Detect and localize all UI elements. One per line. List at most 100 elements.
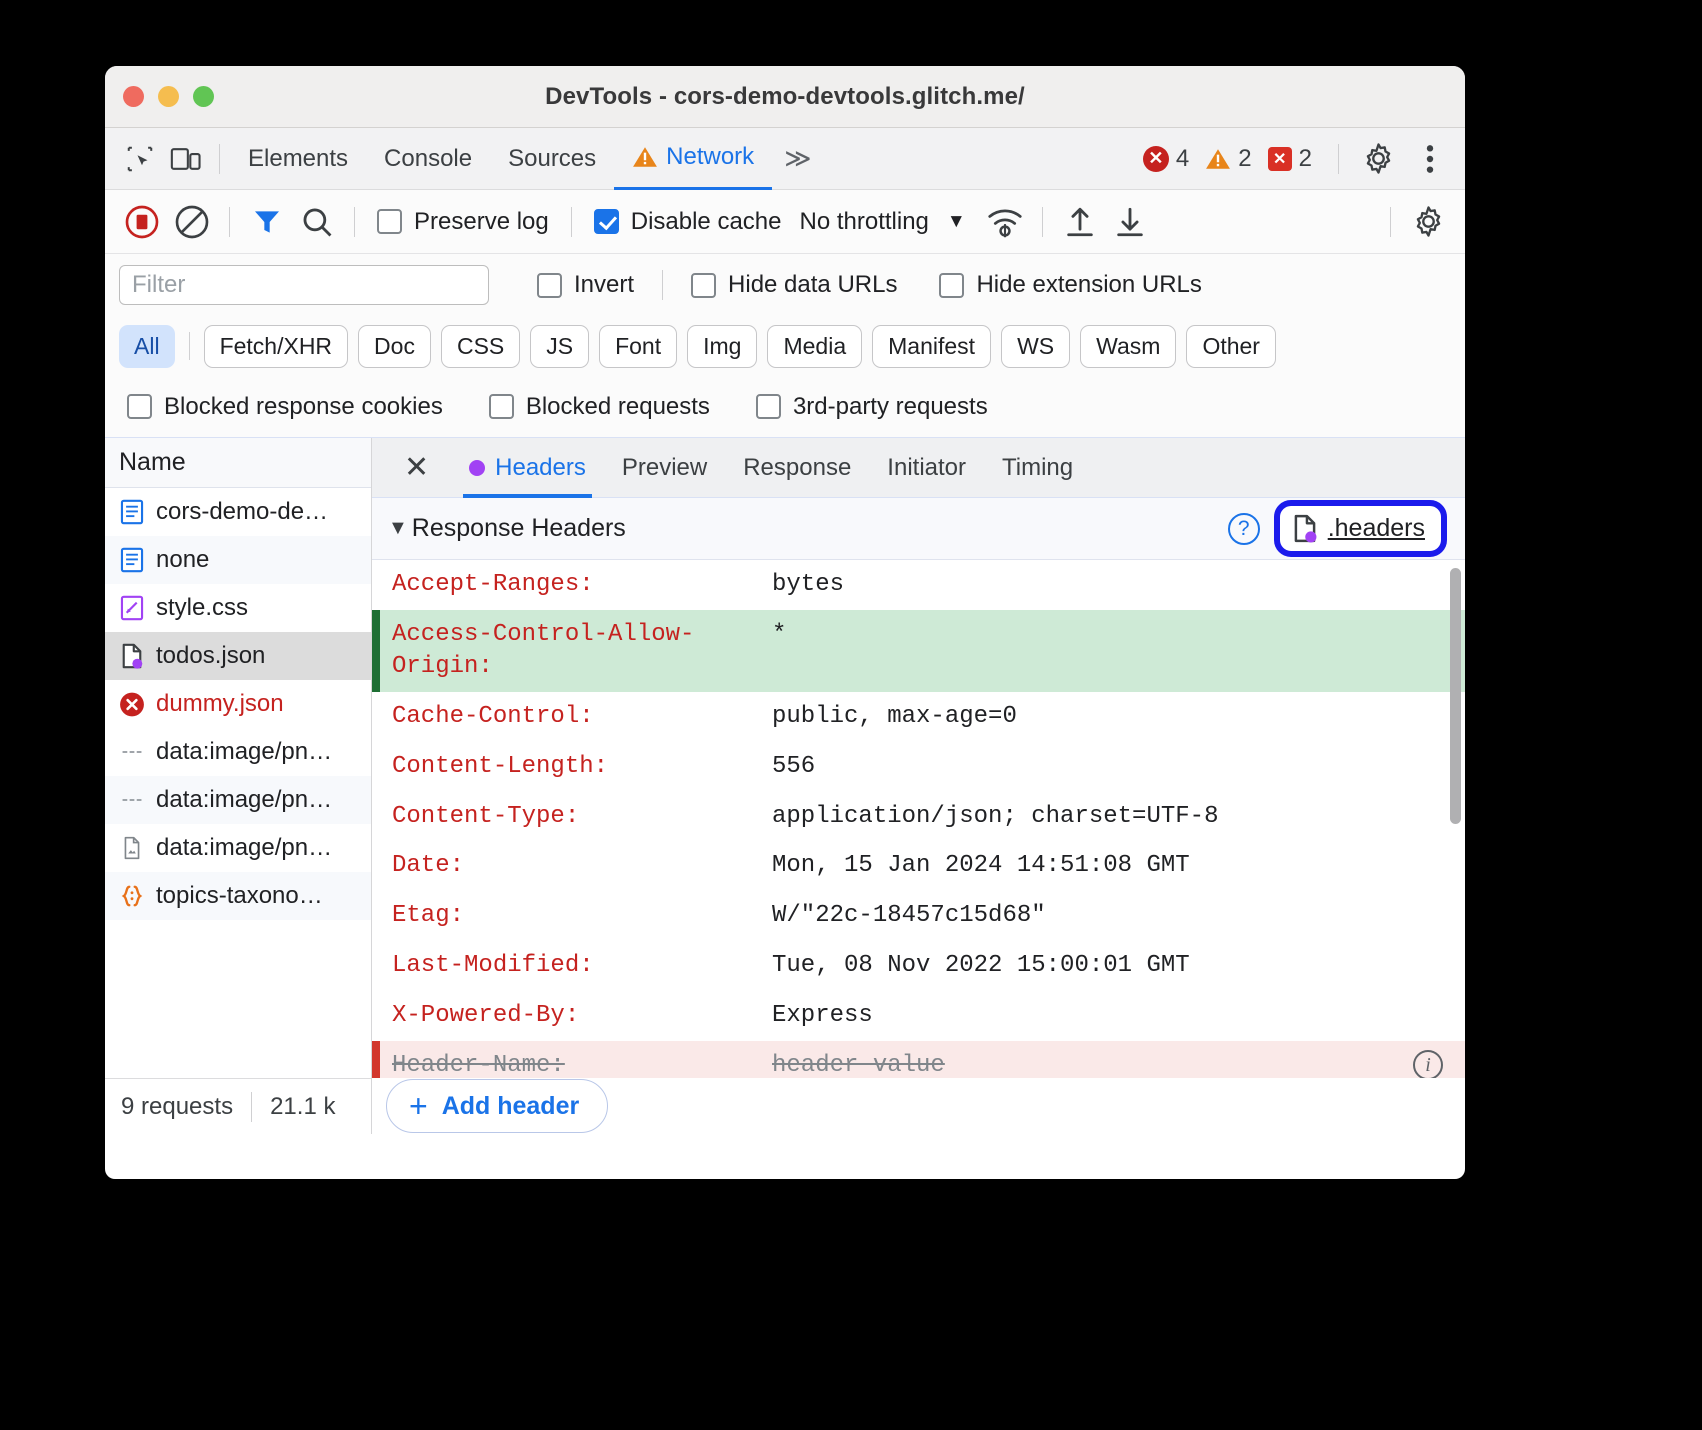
type-filter-manifest[interactable]: Manifest xyxy=(872,325,991,368)
header-value[interactable]: header value xyxy=(772,1050,1413,1078)
filter-funnel-icon[interactable] xyxy=(244,200,290,244)
header-name: X-Powered-By: xyxy=(372,1000,772,1032)
more-tabs-icon[interactable]: ≫ xyxy=(772,129,823,188)
invert-box xyxy=(537,273,562,298)
tab-elements[interactable]: Elements xyxy=(230,131,366,187)
hide-data-urls-label: Hide data URLs xyxy=(728,271,897,299)
tab-sources-label: Sources xyxy=(508,145,596,173)
type-filter-ws[interactable]: WS xyxy=(1001,325,1070,368)
header-row[interactable]: Date: Mon, 15 Jan 2024 14:51:08 GMT xyxy=(372,841,1465,891)
type-filter-font[interactable]: Font xyxy=(599,325,677,368)
type-filter-js[interactable]: JS xyxy=(530,325,589,368)
header-row[interactable]: X-Powered-By: Express xyxy=(372,991,1465,1041)
tab-network[interactable]: Network xyxy=(614,128,772,190)
download-har-icon[interactable] xyxy=(1107,200,1153,244)
filter-input[interactable] xyxy=(119,265,489,305)
hide-data-urls-checkbox[interactable]: Hide data URLs xyxy=(683,271,905,299)
header-value[interactable]: Express xyxy=(772,1000,1465,1032)
search-icon[interactable] xyxy=(294,200,340,244)
request-row-cors-demo[interactable]: cors-demo-de… xyxy=(105,488,371,536)
request-row-style-css[interactable]: style.css xyxy=(105,584,371,632)
type-filter-fetch-xhr[interactable]: Fetch/XHR xyxy=(204,325,348,368)
type-filter-doc[interactable]: Doc xyxy=(358,325,431,368)
header-row[interactable]: Content-Length: 556 xyxy=(372,742,1465,792)
upload-har-icon[interactable] xyxy=(1057,200,1103,244)
tab-sources[interactable]: Sources xyxy=(490,131,614,187)
type-filter-css[interactable]: CSS xyxy=(441,325,520,368)
invert-checkbox[interactable]: Invert xyxy=(529,271,642,299)
image-placeholder-icon xyxy=(119,739,145,765)
request-name: none xyxy=(156,546,209,574)
request-row-dummy-json[interactable]: dummy.json xyxy=(105,680,371,728)
request-row-todos-json[interactable]: todos.json xyxy=(105,632,371,680)
throttling-dropdown[interactable]: No throttling ▼ xyxy=(793,208,965,236)
type-filter-all[interactable]: All xyxy=(119,325,175,368)
tab-initiator[interactable]: Initiator xyxy=(869,438,984,498)
error-counter[interactable]: ✕ 4 xyxy=(1143,145,1199,173)
tab-headers[interactable]: Headers xyxy=(451,438,604,498)
tab-response[interactable]: Response xyxy=(725,438,869,498)
tab-initiator-label: Initiator xyxy=(887,454,966,482)
disable-cache-checkbox[interactable]: Disable cache xyxy=(586,208,790,236)
warning-counter[interactable]: 2 xyxy=(1205,145,1261,173)
blocked-response-cookies-checkbox[interactable]: Blocked response cookies xyxy=(119,393,451,421)
tab-timing[interactable]: Timing xyxy=(984,438,1091,498)
type-filter-wasm[interactable]: Wasm xyxy=(1080,325,1176,368)
type-filter-img[interactable]: Img xyxy=(687,325,757,368)
toolbar-divider xyxy=(229,207,230,237)
header-value[interactable]: 556 xyxy=(772,751,1465,783)
close-icon[interactable]: ✕ xyxy=(400,453,451,483)
header-value[interactable]: public, max-age=0 xyxy=(772,701,1465,733)
tab-console[interactable]: Console xyxy=(366,131,490,187)
preserve-log-checkbox[interactable]: Preserve log xyxy=(369,208,557,236)
headers-override-button[interactable]: .headers xyxy=(1282,508,1439,549)
issues-counter[interactable]: ✕ 2 xyxy=(1268,145,1322,173)
info-icon[interactable]: i xyxy=(1413,1050,1443,1078)
header-row-removed[interactable]: Header-Name: header value i xyxy=(372,1041,1465,1078)
blocked-requests-checkbox[interactable]: Blocked requests xyxy=(481,393,718,421)
hide-extension-urls-checkbox[interactable]: Hide extension URLs xyxy=(931,271,1209,299)
header-row[interactable]: Last-Modified: Tue, 08 Nov 2022 15:00:01… xyxy=(372,941,1465,991)
header-value[interactable]: W/"22c-18457c15d68" xyxy=(772,900,1465,932)
broken-image-icon xyxy=(119,835,145,861)
tab-preview[interactable]: Preview xyxy=(604,438,725,498)
request-row-data-image-2[interactable]: data:image/pn… xyxy=(105,776,371,824)
type-filter-other[interactable]: Other xyxy=(1186,325,1276,368)
header-value[interactable]: bytes xyxy=(772,569,1465,601)
kebab-menu-icon[interactable] xyxy=(1407,137,1453,181)
type-filter-media[interactable]: Media xyxy=(767,325,862,368)
header-row[interactable]: Content-Type: application/json; charset=… xyxy=(372,792,1465,842)
detail-tab-bar: ✕ Headers Preview Response Initiator Tim… xyxy=(372,438,1465,498)
header-value[interactable]: * xyxy=(772,619,1465,651)
vertical-scrollbar[interactable] xyxy=(1450,568,1461,824)
request-row-none[interactable]: none xyxy=(105,536,371,584)
inspect-element-icon[interactable] xyxy=(117,137,163,181)
request-row-data-image-3[interactable]: data:image/pn… xyxy=(105,824,371,872)
header-row[interactable]: Access-Control-Allow-Origin: * xyxy=(372,610,1465,692)
help-icon[interactable]: ? xyxy=(1228,513,1260,545)
blocked-requests-label: Blocked requests xyxy=(526,393,710,421)
network-toolbar: Preserve log Disable cache No throttling… xyxy=(105,190,1465,254)
header-value[interactable]: Mon, 15 Jan 2024 14:51:08 GMT xyxy=(772,850,1465,882)
wifi-settings-icon[interactable] xyxy=(982,200,1028,244)
header-row[interactable]: Etag: W/"22c-18457c15d68" xyxy=(372,891,1465,941)
request-row-topics-taxonomy[interactable]: topics-taxono… xyxy=(105,872,371,920)
header-row[interactable]: Cache-Control: public, max-age=0 xyxy=(372,692,1465,742)
network-settings-gear-icon[interactable] xyxy=(1405,200,1451,244)
clear-icon[interactable] xyxy=(169,200,215,244)
response-headers-toggle[interactable]: ▼ Response Headers xyxy=(388,514,626,543)
override-indicator-dot xyxy=(469,460,485,476)
third-party-requests-label: 3rd-party requests xyxy=(793,393,988,421)
record-stop-icon[interactable] xyxy=(119,200,165,244)
invert-label: Invert xyxy=(574,271,634,299)
request-row-data-image-1[interactable]: data:image/pn… xyxy=(105,728,371,776)
request-list-column-header[interactable]: Name xyxy=(105,438,371,488)
json-braces-icon xyxy=(119,883,145,909)
header-value[interactable]: Tue, 08 Nov 2022 15:00:01 GMT xyxy=(772,950,1465,982)
header-row[interactable]: Accept-Ranges: bytes xyxy=(372,560,1465,610)
third-party-requests-checkbox[interactable]: 3rd-party requests xyxy=(748,393,996,421)
gear-icon[interactable] xyxy=(1355,137,1401,181)
add-header-button[interactable]: + Add header xyxy=(386,1079,608,1133)
header-value[interactable]: application/json; charset=UTF-8 xyxy=(772,801,1465,833)
device-toolbar-icon[interactable] xyxy=(163,137,209,181)
